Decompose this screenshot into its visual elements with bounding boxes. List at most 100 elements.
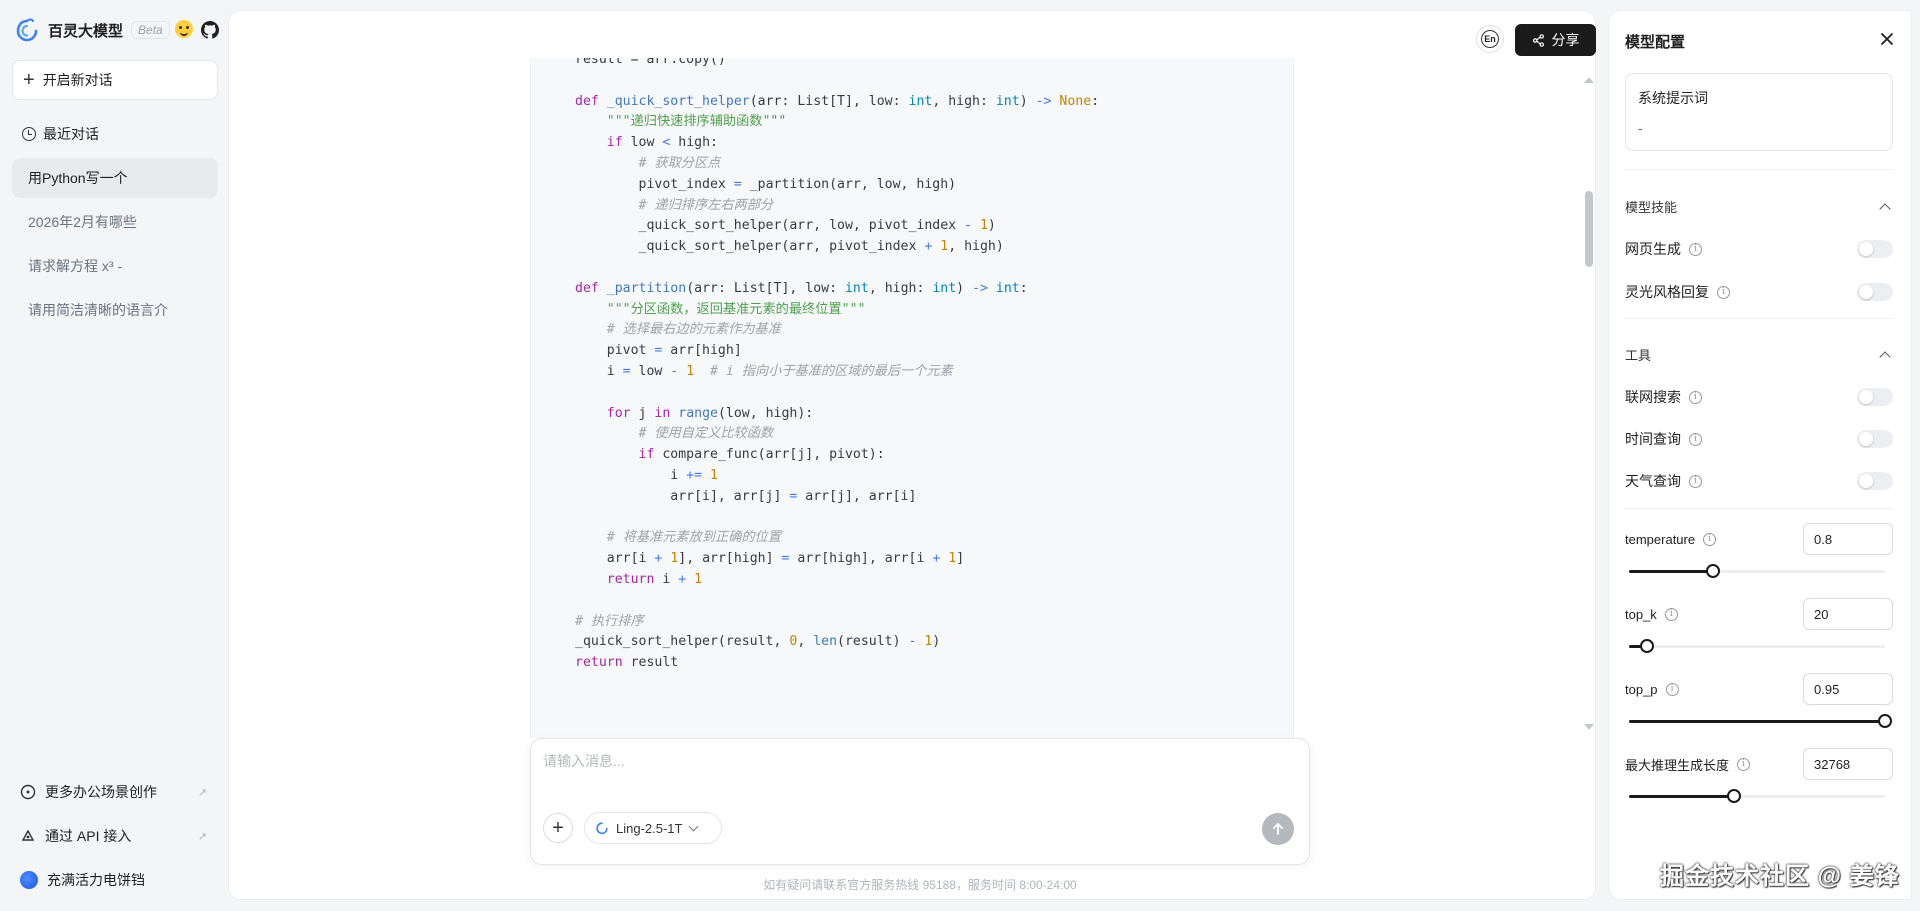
share-button[interactable]: 分享	[1515, 24, 1596, 56]
api-access-label: 通过 API 接入	[45, 828, 132, 844]
recent-title-label: 最近对话	[43, 126, 99, 142]
top-k-input[interactable]	[1803, 598, 1893, 630]
beta-badge: Beta	[131, 21, 170, 39]
max-length-slider[interactable]	[1629, 789, 1885, 803]
web-search-toggle[interactable]	[1857, 388, 1893, 406]
info-icon[interactable]: i	[1717, 285, 1730, 299]
temperature-input[interactable]	[1803, 523, 1893, 555]
slider-fill	[1629, 570, 1714, 573]
slider-thumb[interactable]	[1639, 639, 1654, 653]
new-chat-label: 开启新对话	[42, 72, 113, 88]
chat-main: En 分享 result = arr.copy() def _quick_sor…	[229, 11, 1596, 899]
model-selector[interactable]: Ling-2.5-1T	[584, 812, 722, 844]
temperature-slider[interactable]	[1629, 564, 1885, 578]
skill-label: 灵光风格回复	[1625, 284, 1709, 300]
plus-icon: +	[552, 816, 564, 839]
scroll-down-arrow-icon[interactable]	[1584, 724, 1594, 730]
time-query-toggle[interactable]	[1857, 430, 1893, 448]
conversation-item[interactable]: 用Python写一个	[12, 158, 218, 198]
slider-fill	[1629, 795, 1734, 798]
top-p-input[interactable]	[1803, 673, 1893, 705]
divider	[1625, 508, 1893, 509]
conversation-item[interactable]: 2026年2月有哪些	[12, 202, 218, 242]
skill-row-lingguang-style: 灵光风格回复 i	[1625, 282, 1893, 302]
send-button[interactable]	[1262, 813, 1294, 845]
office-scenarios-label: 更多办公场景创作	[45, 784, 157, 800]
chevron-up-icon	[1879, 351, 1891, 363]
smiley-emoji-icon[interactable]	[175, 20, 193, 38]
sidebar: 百灵大模型 Beta + 开启新对话 最近对话 用Python写一个 2026年…	[0, 0, 228, 911]
clock-icon	[22, 127, 36, 141]
system-prompt-value: -	[1638, 120, 1643, 136]
info-icon[interactable]: i	[1665, 682, 1679, 696]
tools-section-header[interactable]: 工具	[1625, 345, 1893, 364]
divider	[1625, 318, 1893, 319]
web-generation-toggle[interactable]	[1857, 240, 1893, 258]
tool-row-web-search: 联网搜索 i	[1625, 387, 1893, 407]
chevron-up-icon	[1879, 203, 1891, 215]
tool-row-weather-query: 天气查询 i	[1625, 471, 1893, 491]
top-k-slider[interactable]	[1629, 639, 1885, 653]
lingguang-style-toggle[interactable]	[1857, 283, 1893, 301]
plus-icon: +	[23, 69, 35, 91]
info-icon[interactable]: i	[1689, 242, 1702, 256]
slider-track	[1629, 645, 1885, 648]
slider-thumb[interactable]	[1878, 714, 1892, 728]
info-icon[interactable]: i	[1737, 757, 1751, 771]
tool-label: 天气查询	[1625, 473, 1681, 489]
attach-plus-button[interactable]: +	[543, 813, 573, 843]
max-length-input[interactable]	[1803, 748, 1893, 780]
panel-title: 模型配置	[1625, 34, 1686, 51]
weather-query-toggle[interactable]	[1857, 472, 1893, 490]
service-hotline-note: 如有疑问请联系官方服务热线 95188，服务时间 8:00-24:00	[763, 878, 1077, 892]
info-icon[interactable]: i	[1689, 432, 1702, 446]
tools-title: 工具	[1625, 348, 1652, 363]
close-icon[interactable]	[1879, 31, 1895, 47]
external-link-icon: ↗	[197, 830, 207, 843]
github-icon[interactable]	[201, 21, 219, 39]
slider-fill	[1629, 720, 1885, 723]
param-label: top_k	[1625, 606, 1657, 622]
param-row-top-p: top_p i	[1625, 673, 1893, 705]
info-icon[interactable]: i	[1689, 474, 1702, 488]
info-icon[interactable]: i	[1703, 532, 1717, 546]
external-link-icon: ↗	[197, 786, 207, 799]
tool-label: 联网搜索	[1625, 389, 1681, 405]
param-label: 最大推理生成长度	[1625, 757, 1730, 773]
param-row-temperature: temperature i	[1625, 523, 1893, 555]
message-input[interactable]	[543, 751, 1283, 791]
divider	[1625, 169, 1893, 170]
api-access-link[interactable]: 通过 API 接入 ↗	[20, 826, 215, 846]
scrollbar-thumb[interactable]	[1585, 191, 1593, 267]
code-content: result = arr.copy() def _quick_sort_help…	[575, 58, 1100, 671]
share-label: 分享	[1551, 32, 1580, 48]
promo-label: 充满活力电饼铛	[47, 872, 145, 888]
office-scenarios-link[interactable]: 更多办公场景创作 ↗	[20, 782, 215, 802]
new-chat-button[interactable]: + 开启新对话	[12, 60, 218, 100]
conversation-item[interactable]: 请用简洁清晰的语言介	[12, 290, 218, 330]
skills-section-header[interactable]: 模型技能	[1625, 197, 1893, 216]
skill-row-web-generation: 网页生成 i	[1625, 239, 1893, 259]
system-prompt-box[interactable]: 系统提示词 -	[1625, 73, 1893, 151]
info-icon[interactable]: i	[1689, 390, 1702, 404]
conversation-list: 用Python写一个 2026年2月有哪些 请求解方程 x³ - 请用简洁清晰的…	[12, 158, 218, 334]
recent-conversations-title: 最近对话	[22, 124, 99, 144]
conversation-item[interactable]: 请求解方程 x³ -	[12, 246, 218, 286]
watermark: 掘金技术社区 @ 姜锋	[1660, 863, 1900, 890]
code-block[interactable]: result = arr.copy() def _quick_sort_help…	[530, 58, 1294, 738]
brand[interactable]: 百灵大模型 Beta	[14, 16, 170, 44]
language-toggle-button[interactable]: En	[1476, 25, 1504, 53]
top-p-slider[interactable]	[1629, 714, 1892, 728]
promo-link[interactable]: 充满活力电饼铛	[20, 870, 215, 890]
scroll-up-arrow-icon[interactable]	[1584, 77, 1594, 83]
info-icon[interactable]: i	[1664, 607, 1678, 621]
message-composer: + Ling-2.5-1T	[530, 738, 1310, 865]
model-config-panel: 模型配置 系统提示词 - 模型技能 网页生成 i 灵光风格回复 i 工具 联网搜…	[1609, 11, 1911, 899]
param-label: top_p	[1625, 681, 1658, 697]
skills-title: 模型技能	[1625, 200, 1678, 215]
brand-name: 百灵大模型	[48, 22, 124, 40]
slider-thumb[interactable]	[1706, 564, 1721, 578]
slider-thumb[interactable]	[1726, 789, 1741, 803]
api-icon	[21, 829, 35, 841]
chevron-down-icon	[689, 821, 699, 831]
